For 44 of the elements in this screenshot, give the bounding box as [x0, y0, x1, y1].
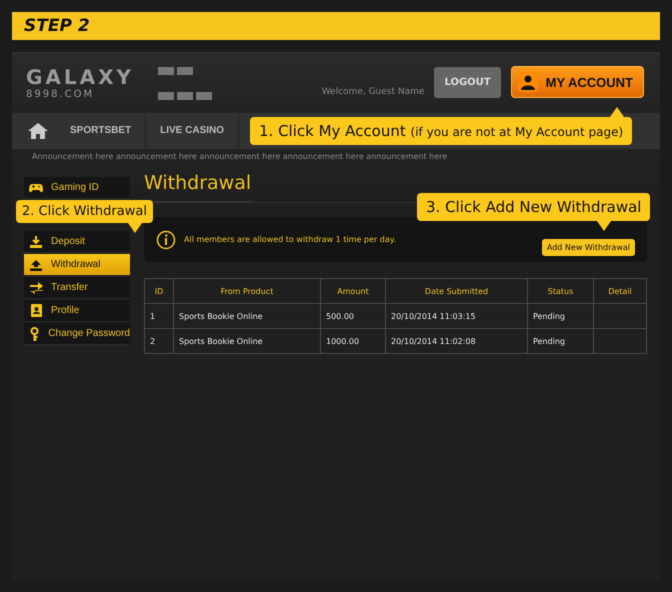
download-icon: [30, 236, 42, 248]
sidebar-item[interactable]: Profile: [24, 300, 130, 322]
table-cell: 2: [144, 328, 174, 354]
key-icon: [30, 326, 40, 340]
sidebar-item[interactable]: Change Password: [24, 323, 130, 345]
column-header: ID: [144, 278, 174, 304]
logout-button[interactable]: LOGOUT: [434, 66, 501, 98]
upload-icon: [30, 258, 42, 270]
arrows-icon: [30, 282, 42, 294]
table-cell: 20/10/2014 11:03:15: [386, 304, 528, 328]
table-cell: 500.00: [320, 304, 386, 328]
info-icon: [156, 230, 176, 250]
table-cell: 20/10/2014 11:02:08: [386, 328, 528, 354]
sidebar-item[interactable]: Withdrawal: [24, 254, 130, 276]
logo[interactable]: GALAXY 8998.COM: [26, 64, 134, 100]
column-header: Status: [528, 278, 594, 304]
add-new-withdrawal-button[interactable]: Add New Withdrawal: [542, 239, 635, 256]
table-cell: Sports Bookie Online: [174, 328, 320, 354]
my-account-button[interactable]: MY ACCOUNT: [510, 66, 644, 98]
instruction-callout: 1. Click My Account (if you are not at My Account page): [250, 107, 632, 145]
step-title: STEP 2: [23, 15, 91, 38]
sidebar-item[interactable]: Deposit: [24, 231, 130, 253]
table-cell: Pending: [528, 304, 594, 328]
table-cell: Sports Bookie Online: [174, 304, 320, 328]
column-header: Amount: [320, 278, 386, 304]
table-cell: 1: [144, 304, 174, 328]
table-cell: 1000.00: [320, 328, 386, 354]
gamepad-icon: [29, 182, 43, 192]
nav-link[interactable]: SPORTSBET: [56, 113, 146, 149]
notice-text: All members are allowed to withdraw 1 time per day.: [184, 235, 396, 244]
nav-link[interactable]: LIVE CASINO: [146, 113, 240, 149]
home-icon[interactable]: [28, 123, 48, 139]
user-icon: [518, 72, 538, 92]
table-cell: Pending: [528, 328, 594, 354]
column-header: Date Submitted: [386, 278, 528, 304]
contact-card-icon: [30, 304, 42, 317]
sidebar-item[interactable]: Gaming ID: [24, 177, 130, 199]
instruction-callout: 2. Click Withdrawal: [16, 200, 153, 233]
announcement-text: Announcement here announcement here announcement here announcement here announcement here: [31, 151, 448, 163]
welcome-text: Welcome, Guest Name: [322, 87, 424, 97]
column-header: From Product: [174, 278, 320, 304]
instruction-callout: 3. Click Add New Withdrawal: [417, 193, 650, 231]
sidebar-item[interactable]: Transfer: [24, 277, 130, 299]
column-header: Detail: [594, 278, 646, 304]
